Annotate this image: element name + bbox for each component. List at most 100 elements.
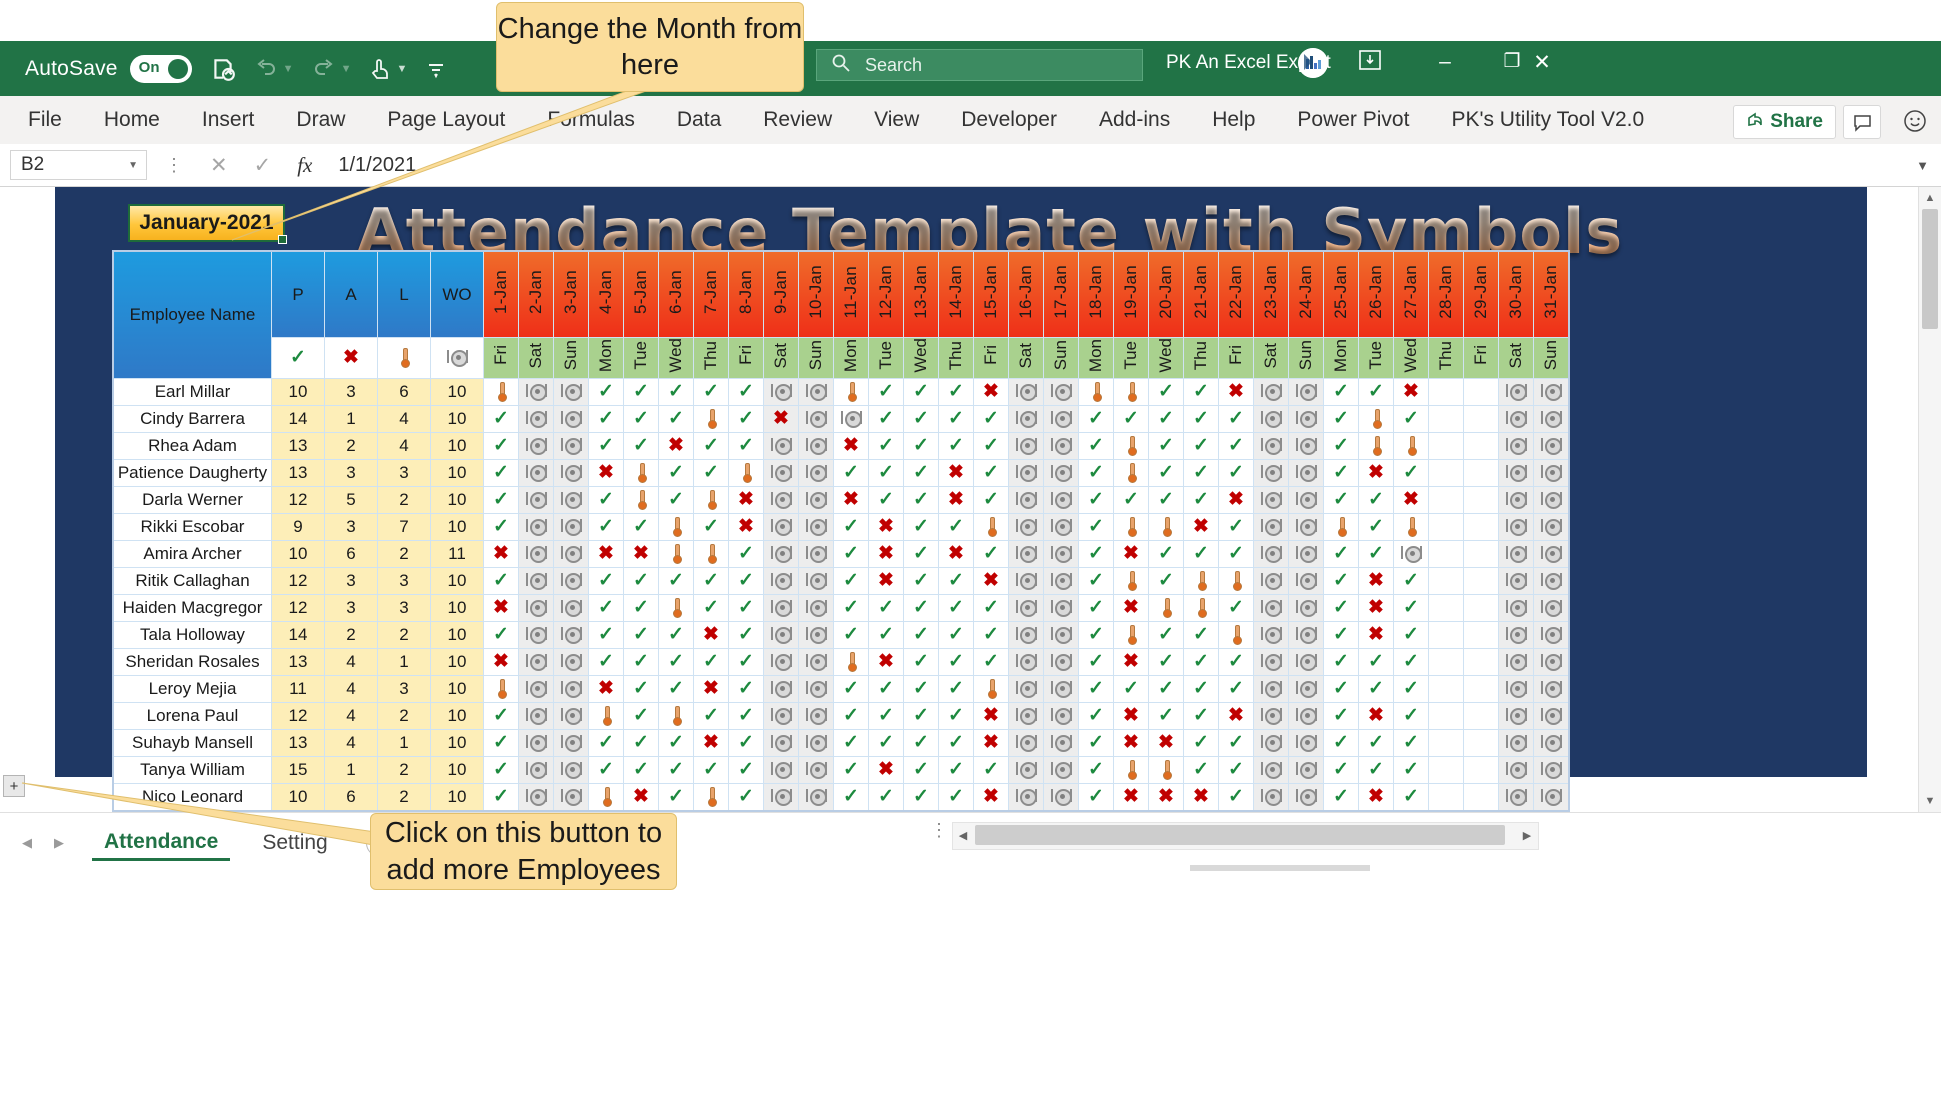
attendance-cell[interactable]: ✓ [868,674,904,703]
attendance-cell[interactable]: ✓ [658,782,694,812]
attendance-cell[interactable] [1428,485,1464,514]
attendance-cell[interactable] [1288,512,1324,541]
attendance-cell[interactable]: ✓ [833,539,869,568]
attendance-cell[interactable] [798,593,834,622]
undo-caret-icon[interactable]: ▼ [283,63,294,75]
attendance-cell[interactable]: ✖ [1393,377,1429,406]
attendance-cell[interactable]: ✓ [588,755,624,784]
attendance-cell[interactable] [798,377,834,406]
attendance-cell[interactable]: ✖ [1148,728,1184,757]
attendance-cell[interactable]: ✓ [1148,377,1184,406]
attendance-cell[interactable] [1533,701,1570,730]
attendance-cell[interactable]: ✓ [938,674,974,703]
attendance-cell[interactable] [1533,377,1570,406]
attendance-cell[interactable] [658,701,694,730]
attendance-cell[interactable]: ✓ [623,620,659,649]
attendance-cell[interactable]: ✓ [658,620,694,649]
attendance-cell[interactable] [1533,512,1570,541]
attendance-cell[interactable]: ✓ [973,485,1009,514]
attendance-cell[interactable]: ✓ [833,701,869,730]
attendance-cell[interactable] [1253,458,1289,487]
attendance-cell[interactable]: ✓ [588,404,624,433]
attendance-cell[interactable] [1463,674,1499,703]
attendance-cell[interactable]: ✓ [1078,539,1114,568]
vertical-scroll-thumb[interactable] [1922,209,1938,329]
attendance-cell[interactable] [1428,431,1464,460]
attendance-cell[interactable]: ✓ [1218,512,1254,541]
attendance-cell[interactable]: ✓ [588,377,624,406]
attendance-cell[interactable] [553,566,589,595]
attendance-cell[interactable] [763,755,799,784]
attendance-cell[interactable]: ✓ [1078,728,1114,757]
attendance-cell[interactable]: ✓ [973,458,1009,487]
attendance-cell[interactable]: ✓ [1078,647,1114,676]
attendance-cell[interactable] [1008,755,1044,784]
attendance-cell[interactable]: ✖ [973,377,1009,406]
attendance-cell[interactable]: ✓ [1183,539,1219,568]
attendance-cell[interactable]: ✓ [868,377,904,406]
attendance-cell[interactable] [763,512,799,541]
attendance-cell[interactable]: ✓ [588,485,624,514]
attendance-cell[interactable]: ✖ [1183,782,1219,812]
attendance-cell[interactable] [1533,728,1570,757]
attendance-cell[interactable] [1113,458,1149,487]
attendance-cell[interactable]: ✓ [1323,701,1359,730]
attendance-cell[interactable] [1323,512,1359,541]
attendance-cell[interactable]: ✓ [728,566,764,595]
attendance-cell[interactable]: ✖ [1183,512,1219,541]
attendance-cell[interactable]: ✓ [1078,404,1114,433]
attendance-cell[interactable]: ✓ [1148,566,1184,595]
attendance-cell[interactable] [1393,512,1429,541]
attendance-cell[interactable] [1498,701,1534,730]
attendance-cell[interactable]: ✓ [1218,782,1254,812]
attendance-cell[interactable]: ✓ [1183,647,1219,676]
ribbon-tab-insert[interactable]: Insert [196,104,261,136]
attendance-cell[interactable] [623,485,659,514]
attendance-cell[interactable]: ✖ [938,458,974,487]
attendance-cell[interactable]: ✓ [1078,566,1114,595]
attendance-cell[interactable] [1253,404,1289,433]
attendance-cell[interactable] [1008,404,1044,433]
attendance-cell[interactable]: ✓ [868,431,904,460]
attendance-cell[interactable] [1498,458,1534,487]
attendance-cell[interactable] [1358,431,1394,460]
attendance-cell[interactable] [763,539,799,568]
attendance-cell[interactable] [1288,755,1324,784]
attendance-cell[interactable] [763,674,799,703]
expand-formula-bar-icon[interactable]: ▼ [1916,158,1929,173]
attendance-cell[interactable]: ✓ [938,512,974,541]
attendance-cell[interactable] [1428,539,1464,568]
attendance-cell[interactable]: ✓ [658,566,694,595]
attendance-cell[interactable] [1148,512,1184,541]
attendance-cell[interactable] [1463,431,1499,460]
touch-mode-caret-icon[interactable]: ▼ [396,63,407,75]
attendance-cell[interactable]: ✖ [973,728,1009,757]
autosave-toggle[interactable]: On [129,54,192,83]
attendance-cell[interactable] [1043,377,1079,406]
attendance-cell[interactable] [483,674,519,703]
attendance-cell[interactable]: ✓ [903,431,939,460]
attendance-cell[interactable] [1533,404,1570,433]
attendance-cell[interactable]: ✓ [1183,728,1219,757]
attendance-cell[interactable]: ✓ [1218,539,1254,568]
attendance-cell[interactable]: ✖ [1148,782,1184,812]
attendance-cell[interactable]: ✓ [1183,377,1219,406]
attendance-cell[interactable]: ✓ [868,485,904,514]
attendance-cell[interactable]: ✓ [1078,593,1114,622]
attendance-cell[interactable] [1533,755,1570,784]
attendance-cell[interactable]: ✖ [1113,539,1149,568]
attendance-cell[interactable] [1393,539,1429,568]
attendance-cell[interactable] [1113,755,1149,784]
attendance-cell[interactable]: ✓ [588,728,624,757]
attendance-cell[interactable]: ✖ [833,485,869,514]
attendance-cell[interactable] [1463,728,1499,757]
restore-button[interactable]: ❐ [1495,50,1529,73]
attendance-cell[interactable] [1288,593,1324,622]
attendance-cell[interactable]: ✓ [973,755,1009,784]
attendance-cell[interactable] [1533,620,1570,649]
attendance-cell[interactable]: ✓ [1393,782,1429,812]
attendance-cell[interactable] [1183,566,1219,595]
attendance-cell[interactable]: ✓ [1323,485,1359,514]
attendance-cell[interactable]: ✖ [1218,377,1254,406]
attendance-cell[interactable]: ✓ [1148,404,1184,433]
